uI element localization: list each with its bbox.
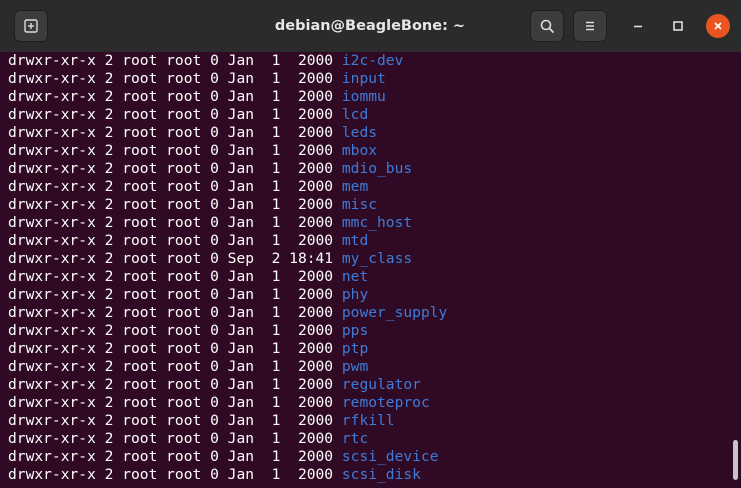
terminal-line: drwxr-xr-x 2 root root 0 Jan 1 2000 mtd (8, 232, 729, 250)
directory-name: mem (341, 178, 369, 195)
directory-name: input (341, 70, 386, 87)
directory-name: power_supply (341, 304, 448, 321)
maximize-button[interactable] (666, 14, 690, 38)
directory-name: mtd (341, 232, 369, 249)
listing-details: drwxr-xr-x 2 root root 0 Jan 1 2000 (8, 358, 342, 375)
title-bar[interactable]: debian@BeagleBone: ~ (0, 0, 741, 52)
minimize-button[interactable] (626, 14, 650, 38)
terminal-line: drwxr-xr-x 2 root root 0 Jan 1 2000 i2c-… (8, 52, 729, 70)
menu-button[interactable] (573, 10, 607, 42)
directory-name: pps (341, 322, 369, 339)
directory-name: rfkill (341, 412, 395, 429)
terminal-line: drwxr-xr-x 2 root root 0 Jan 1 2000 lcd (8, 106, 729, 124)
terminal-line: drwxr-xr-x 2 root root 0 Jan 1 2000 scsi… (8, 448, 729, 466)
terminal-line: drwxr-xr-x 2 root root 0 Sep 2 18:41 my_… (8, 250, 729, 268)
terminal-line: drwxr-xr-x 2 root root 0 Jan 1 2000 pwm (8, 358, 729, 376)
directory-name: phy (341, 286, 369, 303)
listing-details: drwxr-xr-x 2 root root 0 Jan 1 2000 (8, 214, 342, 231)
close-button[interactable] (706, 14, 730, 38)
terminal-line: drwxr-xr-x 2 root root 0 Jan 1 2000 inpu… (8, 70, 729, 88)
listing-details: drwxr-xr-x 2 root root 0 Jan 1 2000 (8, 430, 342, 447)
new-tab-button[interactable] (14, 10, 48, 42)
terminal-line: drwxr-xr-x 2 root root 0 Jan 1 2000 net (8, 268, 729, 286)
terminal-line: drwxr-xr-x 2 root root 0 Jan 1 2000 leds (8, 124, 729, 142)
directory-name: misc (341, 196, 378, 213)
listing-details: drwxr-xr-x 2 root root 0 Jan 1 2000 (8, 196, 342, 213)
listing-details: drwxr-xr-x 2 root root 0 Jan 1 2000 (8, 160, 342, 177)
listing-details: drwxr-xr-x 2 root root 0 Jan 1 2000 (8, 286, 342, 303)
hamburger-menu-icon (586, 21, 594, 31)
terminal-line: drwxr-xr-x 2 root root 0 Jan 1 2000 misc (8, 196, 729, 214)
listing-details: drwxr-xr-x 2 root root 0 Sep 2 18:41 (8, 250, 342, 267)
listing-details: drwxr-xr-x 2 root root 0 Jan 1 2000 (8, 178, 342, 195)
listing-details: drwxr-xr-x 2 root root 0 Jan 1 2000 (8, 106, 342, 123)
directory-name: my_class (341, 250, 413, 267)
terminal-output[interactable]: drwxr-xr-x 2 root root 0 Jan 1 2000 i2c-… (0, 52, 729, 488)
directory-name: mbox (341, 142, 378, 159)
terminal-line: drwxr-xr-x 2 root root 0 Jan 1 2000 scsi… (8, 466, 729, 484)
terminal-line: drwxr-xr-x 2 root root 0 Jan 1 2000 mmc_… (8, 214, 729, 232)
directory-name: scsi_disk (341, 466, 421, 483)
scrollbar-thumb[interactable] (733, 440, 738, 480)
terminal-line: drwxr-xr-x 2 root root 0 Jan 1 2000 powe… (8, 304, 729, 322)
terminal-line: drwxr-xr-x 2 root root 0 Jan 1 2000 iomm… (8, 88, 729, 106)
close-icon (714, 22, 722, 30)
terminal-line: drwxr-xr-x 2 root root 0 Jan 1 2000 mem (8, 178, 729, 196)
new-tab-icon (24, 19, 38, 33)
directory-name: i2c-dev (341, 52, 404, 69)
directory-name: iommu (341, 88, 386, 105)
listing-details: drwxr-xr-x 2 root root 0 Jan 1 2000 (8, 142, 342, 159)
directory-name: regulator (341, 376, 421, 393)
terminal-line: drwxr-xr-x 2 root root 0 Jan 1 2000 pps (8, 322, 729, 340)
scrollbar[interactable] (729, 52, 741, 488)
minimize-icon (634, 25, 642, 28)
listing-details: drwxr-xr-x 2 root root 0 Jan 1 2000 (8, 340, 342, 357)
terminal-line: drwxr-xr-x 2 root root 0 Jan 1 2000 mdio… (8, 160, 729, 178)
directory-name: net (341, 268, 369, 285)
directory-name: mmc_host (341, 214, 413, 231)
terminal-line: drwxr-xr-x 2 root root 0 Jan 1 2000 regu… (8, 376, 729, 394)
terminal-line: drwxr-xr-x 2 root root 0 Jan 1 2000 rfki… (8, 412, 729, 430)
directory-name: leds (341, 124, 378, 141)
listing-details: drwxr-xr-x 2 root root 0 Jan 1 2000 (8, 124, 342, 141)
listing-details: drwxr-xr-x 2 root root 0 Jan 1 2000 (8, 88, 342, 105)
terminal-line: drwxr-xr-x 2 root root 0 Jan 1 2000 phy (8, 286, 729, 304)
search-button[interactable] (530, 10, 564, 42)
directory-name: ptp (341, 340, 369, 357)
directory-name: remoteproc (341, 394, 430, 411)
terminal-line: drwxr-xr-x 2 root root 0 Jan 1 2000 mbox (8, 142, 729, 160)
window-title: debian@BeagleBone: ~ (274, 18, 466, 34)
listing-details: drwxr-xr-x 2 root root 0 Jan 1 2000 (8, 52, 342, 69)
listing-details: drwxr-xr-x 2 root root 0 Jan 1 2000 (8, 466, 342, 483)
terminal-line: drwxr-xr-x 2 root root 0 Jan 1 2000 ptp (8, 340, 729, 358)
directory-name: mdio_bus (341, 160, 413, 177)
listing-details: drwxr-xr-x 2 root root 0 Jan 1 2000 (8, 232, 342, 249)
directory-name: scsi_device (341, 448, 439, 465)
listing-details: drwxr-xr-x 2 root root 0 Jan 1 2000 (8, 268, 342, 285)
listing-details: drwxr-xr-x 2 root root 0 Jan 1 2000 (8, 304, 342, 321)
listing-details: drwxr-xr-x 2 root root 0 Jan 1 2000 (8, 376, 342, 393)
directory-name: lcd (341, 106, 369, 123)
listing-details: drwxr-xr-x 2 root root 0 Jan 1 2000 (8, 322, 342, 339)
search-icon (540, 19, 554, 33)
listing-details: drwxr-xr-x 2 root root 0 Jan 1 2000 (8, 394, 342, 411)
listing-details: drwxr-xr-x 2 root root 0 Jan 1 2000 (8, 448, 342, 465)
terminal-line: drwxr-xr-x 2 root root 0 Jan 1 2000 rtc (8, 430, 729, 448)
directory-name: pwm (341, 358, 369, 375)
terminal-window: debian@BeagleBone: ~ drwxr-xr-x 2 root r… (0, 0, 741, 488)
directory-name: rtc (341, 430, 369, 447)
listing-details: drwxr-xr-x 2 root root 0 Jan 1 2000 (8, 412, 342, 429)
maximize-icon (673, 21, 683, 31)
listing-details: drwxr-xr-x 2 root root 0 Jan 1 2000 (8, 70, 342, 87)
terminal-line: drwxr-xr-x 2 root root 0 Jan 1 2000 remo… (8, 394, 729, 412)
